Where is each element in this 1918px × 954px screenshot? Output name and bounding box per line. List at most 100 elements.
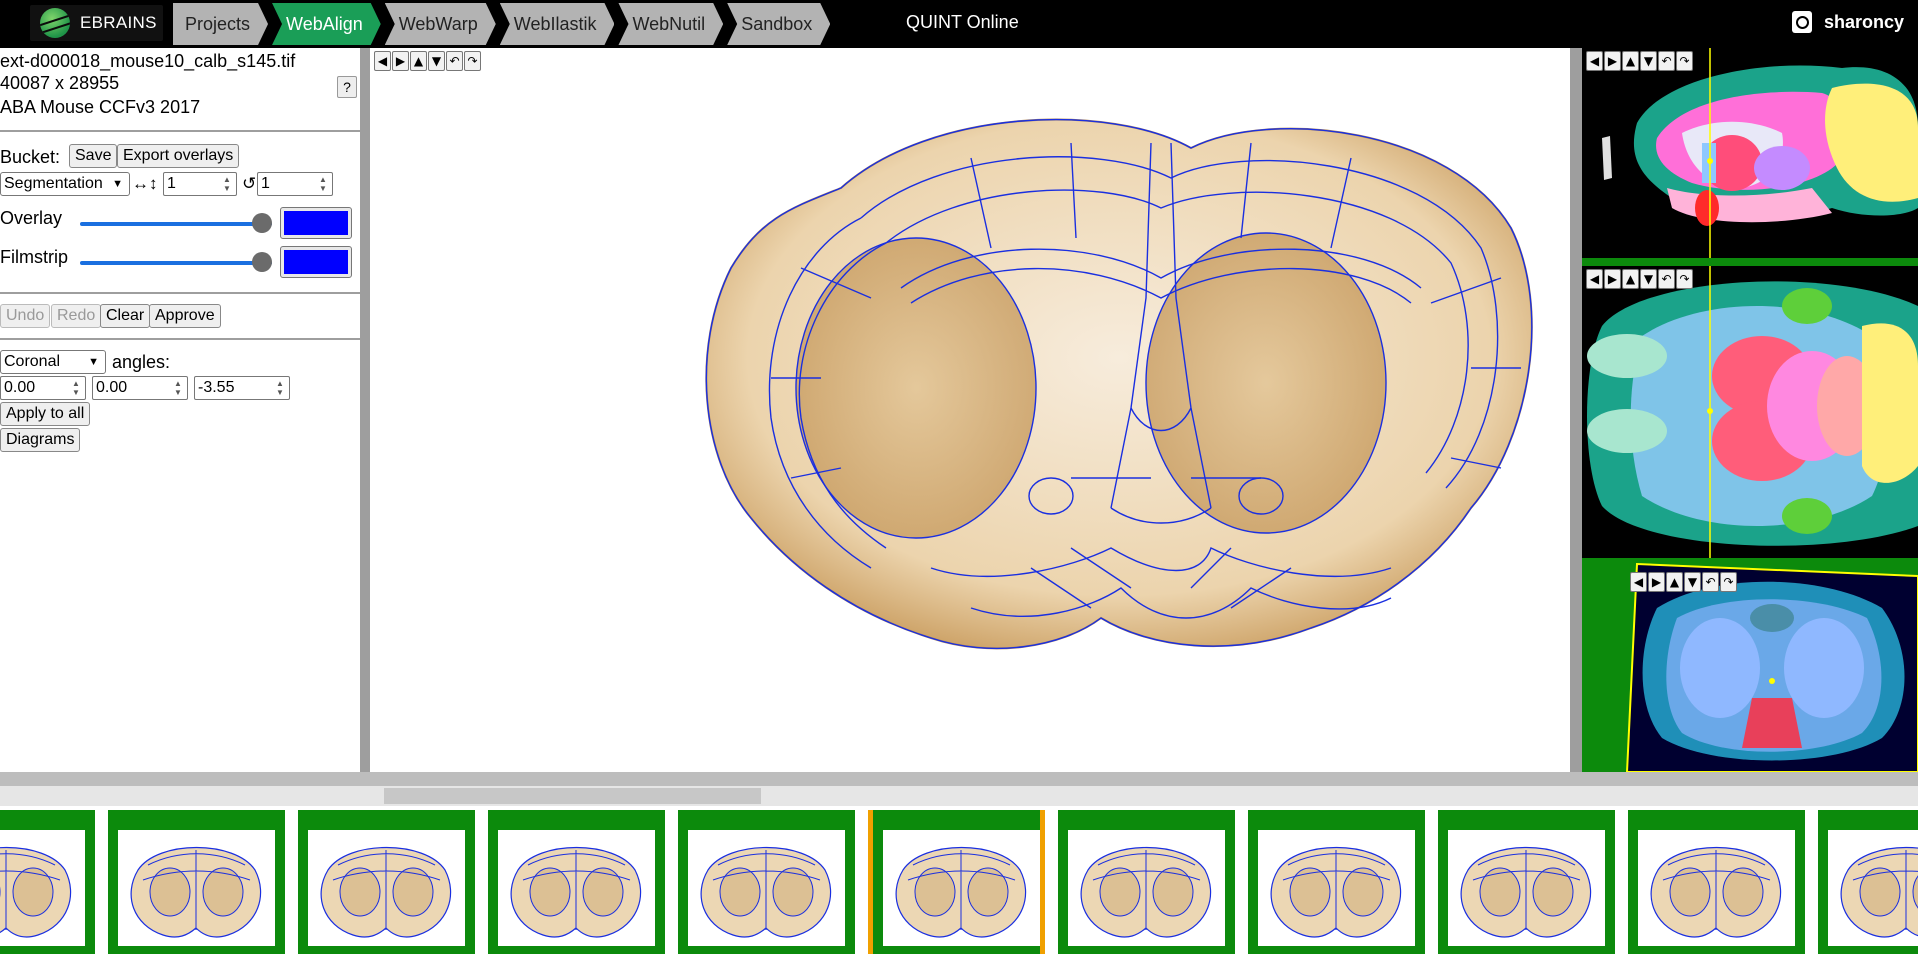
- user-menu[interactable]: sharoncy: [1791, 11, 1904, 33]
- right-splitter[interactable]: [1570, 48, 1582, 772]
- filmstrip-slider[interactable]: [80, 252, 272, 272]
- slider-thumb[interactable]: [252, 213, 272, 233]
- horizontal-view[interactable]: ◀ ▶ ▲ ▼ ↶ ↷: [1582, 266, 1918, 558]
- stepper-icon[interactable]: ▲ ▼: [221, 175, 233, 193]
- rotate-cw-icon[interactable]: ↷: [1720, 572, 1737, 592]
- stepper-icon[interactable]: ▲ ▼: [274, 379, 286, 397]
- nav-left-icon[interactable]: ◀: [1586, 269, 1603, 289]
- filmstrip-thumbnail-selected[interactable]: [868, 810, 1045, 954]
- nav-up-icon[interactable]: ▲: [1622, 51, 1639, 71]
- filmstrip-color-picker[interactable]: [280, 246, 352, 278]
- tab-webalign[interactable]: WebAlign: [272, 3, 381, 45]
- angles-label: angles:: [112, 352, 171, 372]
- tab-sandbox[interactable]: Sandbox: [727, 3, 830, 45]
- tab-webnutil[interactable]: WebNutil: [618, 3, 723, 45]
- redo-button[interactable]: Redo: [51, 304, 102, 328]
- ebrains-logo[interactable]: EBRAINS: [30, 5, 163, 41]
- rotate-cw-icon[interactable]: ↷: [1676, 51, 1693, 71]
- nav-down-icon[interactable]: ▼: [1640, 51, 1657, 71]
- apply-to-all-button[interactable]: Apply to all: [0, 402, 91, 426]
- thumbnail-image: [1068, 830, 1225, 946]
- filmstrip-thumbnail[interactable]: [488, 810, 665, 954]
- slider-track: [80, 261, 272, 265]
- rotate-ccw-icon[interactable]: ↶: [1658, 51, 1675, 71]
- plane-select[interactable]: Coronal ▼: [0, 350, 106, 374]
- thumbnail-image: [118, 830, 275, 946]
- rotate-ccw-icon[interactable]: ↶: [446, 51, 463, 71]
- filmstrip-thumbnail[interactable]: [678, 810, 855, 954]
- thumbnail-image: [1638, 830, 1795, 946]
- filmstrip-thumbnail[interactable]: [108, 810, 285, 954]
- overlay-color-swatch: [284, 211, 348, 235]
- tab-webwarp[interactable]: WebWarp: [385, 3, 496, 45]
- rotate-input[interactable]: 1 ▲ ▼: [257, 172, 333, 196]
- angle-2-input[interactable]: 0.00 ▲ ▼: [92, 376, 188, 400]
- sagittal-nav-buttons: ◀ ▶ ▲ ▼ ↶ ↷: [1586, 51, 1694, 71]
- coronal-view[interactable]: ◀ ▶ ▲ ▼ ↶ ↷: [1582, 558, 1918, 772]
- angle-1-input[interactable]: 0.00 ▲ ▼: [0, 376, 86, 400]
- clear-button[interactable]: Clear: [100, 304, 151, 328]
- chevron-down-icon: ▼: [88, 356, 99, 368]
- rotate-cw-icon[interactable]: ↷: [464, 51, 481, 71]
- nav-right-icon[interactable]: ▶: [1648, 572, 1665, 592]
- filmstrip-scrollbar[interactable]: [0, 786, 1918, 806]
- help-button[interactable]: ?: [337, 76, 357, 98]
- filmstrip-thumbnail[interactable]: [298, 810, 475, 954]
- brush-size-input[interactable]: 1 ▲ ▼: [163, 172, 237, 196]
- nav-left-icon[interactable]: ◀: [1586, 51, 1603, 71]
- image-filename: ext-d000018_mouse10_calb_s145.tif: [0, 51, 296, 71]
- filmstrip-thumbnail[interactable]: [0, 810, 95, 954]
- scrollbar-thumb[interactable]: [384, 788, 761, 804]
- approve-button[interactable]: Approve: [149, 304, 221, 328]
- filmstrip-thumbnail[interactable]: [1248, 810, 1425, 954]
- top-bar: EBRAINS Projects WebAlign WebWarp WebIla…: [0, 0, 1918, 48]
- tab-projects[interactable]: Projects: [173, 3, 268, 45]
- rotate-cw-icon[interactable]: ↷: [1676, 269, 1693, 289]
- angle-3-input[interactable]: -3.55 ▲ ▼: [194, 376, 290, 400]
- angle-2-value: 0.00: [96, 379, 128, 396]
- diagrams-button[interactable]: Diagrams: [0, 428, 81, 452]
- filmstrip-thumbnail[interactable]: [1438, 810, 1615, 954]
- nav-up-icon[interactable]: ▲: [1622, 269, 1639, 289]
- undo-button[interactable]: Undo: [0, 304, 51, 328]
- sagittal-view[interactable]: ◀ ▶ ▲ ▼ ↶ ↷: [1582, 48, 1918, 258]
- rotate-ccw-icon[interactable]: ↶: [1658, 269, 1675, 289]
- overlay-color-picker[interactable]: [280, 207, 352, 239]
- nav-up-icon[interactable]: ▲: [410, 51, 427, 71]
- segmentation-select[interactable]: Segmentation ▼: [0, 172, 130, 196]
- bottom-splitter[interactable]: [0, 772, 1918, 786]
- thumbnail-image: [688, 830, 845, 946]
- nav-down-icon[interactable]: ▼: [1684, 572, 1701, 592]
- horizontal-atlas-image: [1587, 266, 1918, 558]
- brain-section-image: [705, 118, 1533, 650]
- filmstrip-thumbnail[interactable]: [1818, 810, 1918, 954]
- thumbnail-image: [0, 830, 85, 946]
- angle-1-value: 0.00: [4, 379, 36, 396]
- nav-right-icon[interactable]: ▶: [1604, 51, 1621, 71]
- nav-down-icon[interactable]: ▼: [428, 51, 445, 71]
- rotate-icon: ↺: [242, 174, 257, 193]
- nav-right-icon[interactable]: ▶: [392, 51, 409, 71]
- left-splitter[interactable]: [360, 48, 370, 772]
- save-button[interactable]: Save: [69, 144, 118, 168]
- stepper-icon[interactable]: ▲ ▼: [317, 175, 329, 193]
- filmstrip-thumbnail[interactable]: [1058, 810, 1235, 954]
- tab-webilastik[interactable]: WebIlastik: [500, 3, 615, 45]
- viewer-nav-buttons: ◀ ▶ ▲ ▼ ↶ ↷: [374, 51, 482, 71]
- stepper-icon[interactable]: ▲ ▼: [70, 379, 82, 397]
- nav-down-icon[interactable]: ▼: [1640, 269, 1657, 289]
- plane-select-value: Coronal: [4, 353, 61, 370]
- stepper-icon[interactable]: ▲ ▼: [172, 379, 184, 397]
- nav-left-icon[interactable]: ◀: [374, 51, 391, 71]
- slider-thumb[interactable]: [252, 252, 272, 272]
- divider: [0, 130, 360, 132]
- nav-left-icon[interactable]: ◀: [1630, 572, 1647, 592]
- section-viewer[interactable]: ◀ ▶ ▲ ▼ ↶ ↷: [371, 48, 1570, 772]
- overlay-slider[interactable]: [80, 213, 272, 233]
- rotate-ccw-icon[interactable]: ↶: [1702, 572, 1719, 592]
- control-panel: ext-d000018_mouse10_calb_s145.tif 40087 …: [0, 48, 360, 772]
- nav-right-icon[interactable]: ▶: [1604, 269, 1621, 289]
- filmstrip-thumbnail[interactable]: [1628, 810, 1805, 954]
- export-overlays-button[interactable]: Export overlays: [117, 144, 240, 168]
- nav-up-icon[interactable]: ▲: [1666, 572, 1683, 592]
